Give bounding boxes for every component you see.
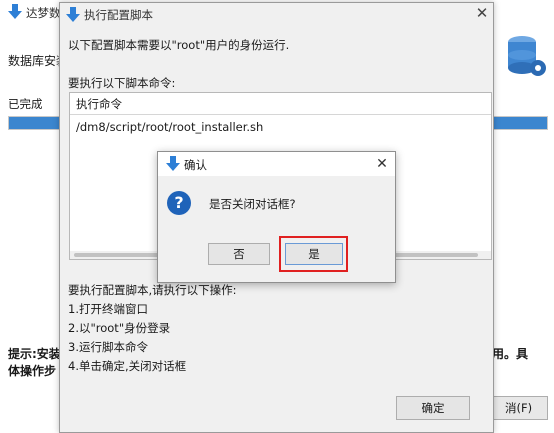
confirm-titlebar: 确认 ✕ — [158, 152, 395, 176]
script-dialog-title: 执行配置脚本 — [84, 8, 153, 22]
script-note: 以下配置脚本需要以"root"用户的身份运行. — [68, 38, 290, 52]
steps-label: 要执行配置脚本,请执行以下操作: — [68, 283, 237, 297]
table-row[interactable]: /dm8/script/root/root_installer.sh — [76, 120, 263, 134]
table-header: 执行命令 — [70, 93, 491, 115]
close-icon[interactable]: ✕ — [372, 154, 392, 174]
installer-hint-line1: 提示:安装 — [8, 347, 61, 361]
confirm-message: 是否关闭对话框? — [209, 197, 296, 211]
installer-hint-right: 用。具 — [492, 347, 529, 361]
question-icon: ? — [167, 191, 191, 215]
close-icon[interactable]: ✕ — [472, 3, 492, 23]
step-item: 2.以"root"身份登录 — [68, 321, 171, 335]
installer-status: 已完成 — [8, 97, 43, 111]
installer-hint-line2: 体操作步 — [8, 364, 57, 378]
installer-cancel-label: 消(F) — [505, 401, 533, 415]
installer-title: 达梦数 — [26, 6, 61, 20]
commands-label: 要执行以下脚本命令: — [68, 76, 176, 90]
step-item: 4.单击确定,关闭对话框 — [68, 359, 187, 373]
step-item: 1.打开终端窗口 — [68, 302, 148, 316]
no-button[interactable]: 否 — [208, 243, 270, 265]
step-item: 3.运行脚本命令 — [68, 340, 148, 354]
installer-cancel-button[interactable]: 消(F) — [488, 396, 548, 420]
confirm-dialog: 确认 ✕ ? 是否关闭对话框? 否 是 — [157, 151, 396, 283]
confirm-button-bar — [158, 230, 395, 282]
ok-button[interactable]: 确定 — [396, 396, 470, 420]
confirm-title: 确认 — [184, 158, 207, 172]
download-arrow-icon — [66, 7, 80, 22]
database-icon — [508, 36, 546, 76]
yes-button[interactable]: 是 — [285, 243, 343, 265]
download-arrow-icon — [166, 156, 180, 171]
download-arrow-icon — [8, 4, 22, 19]
